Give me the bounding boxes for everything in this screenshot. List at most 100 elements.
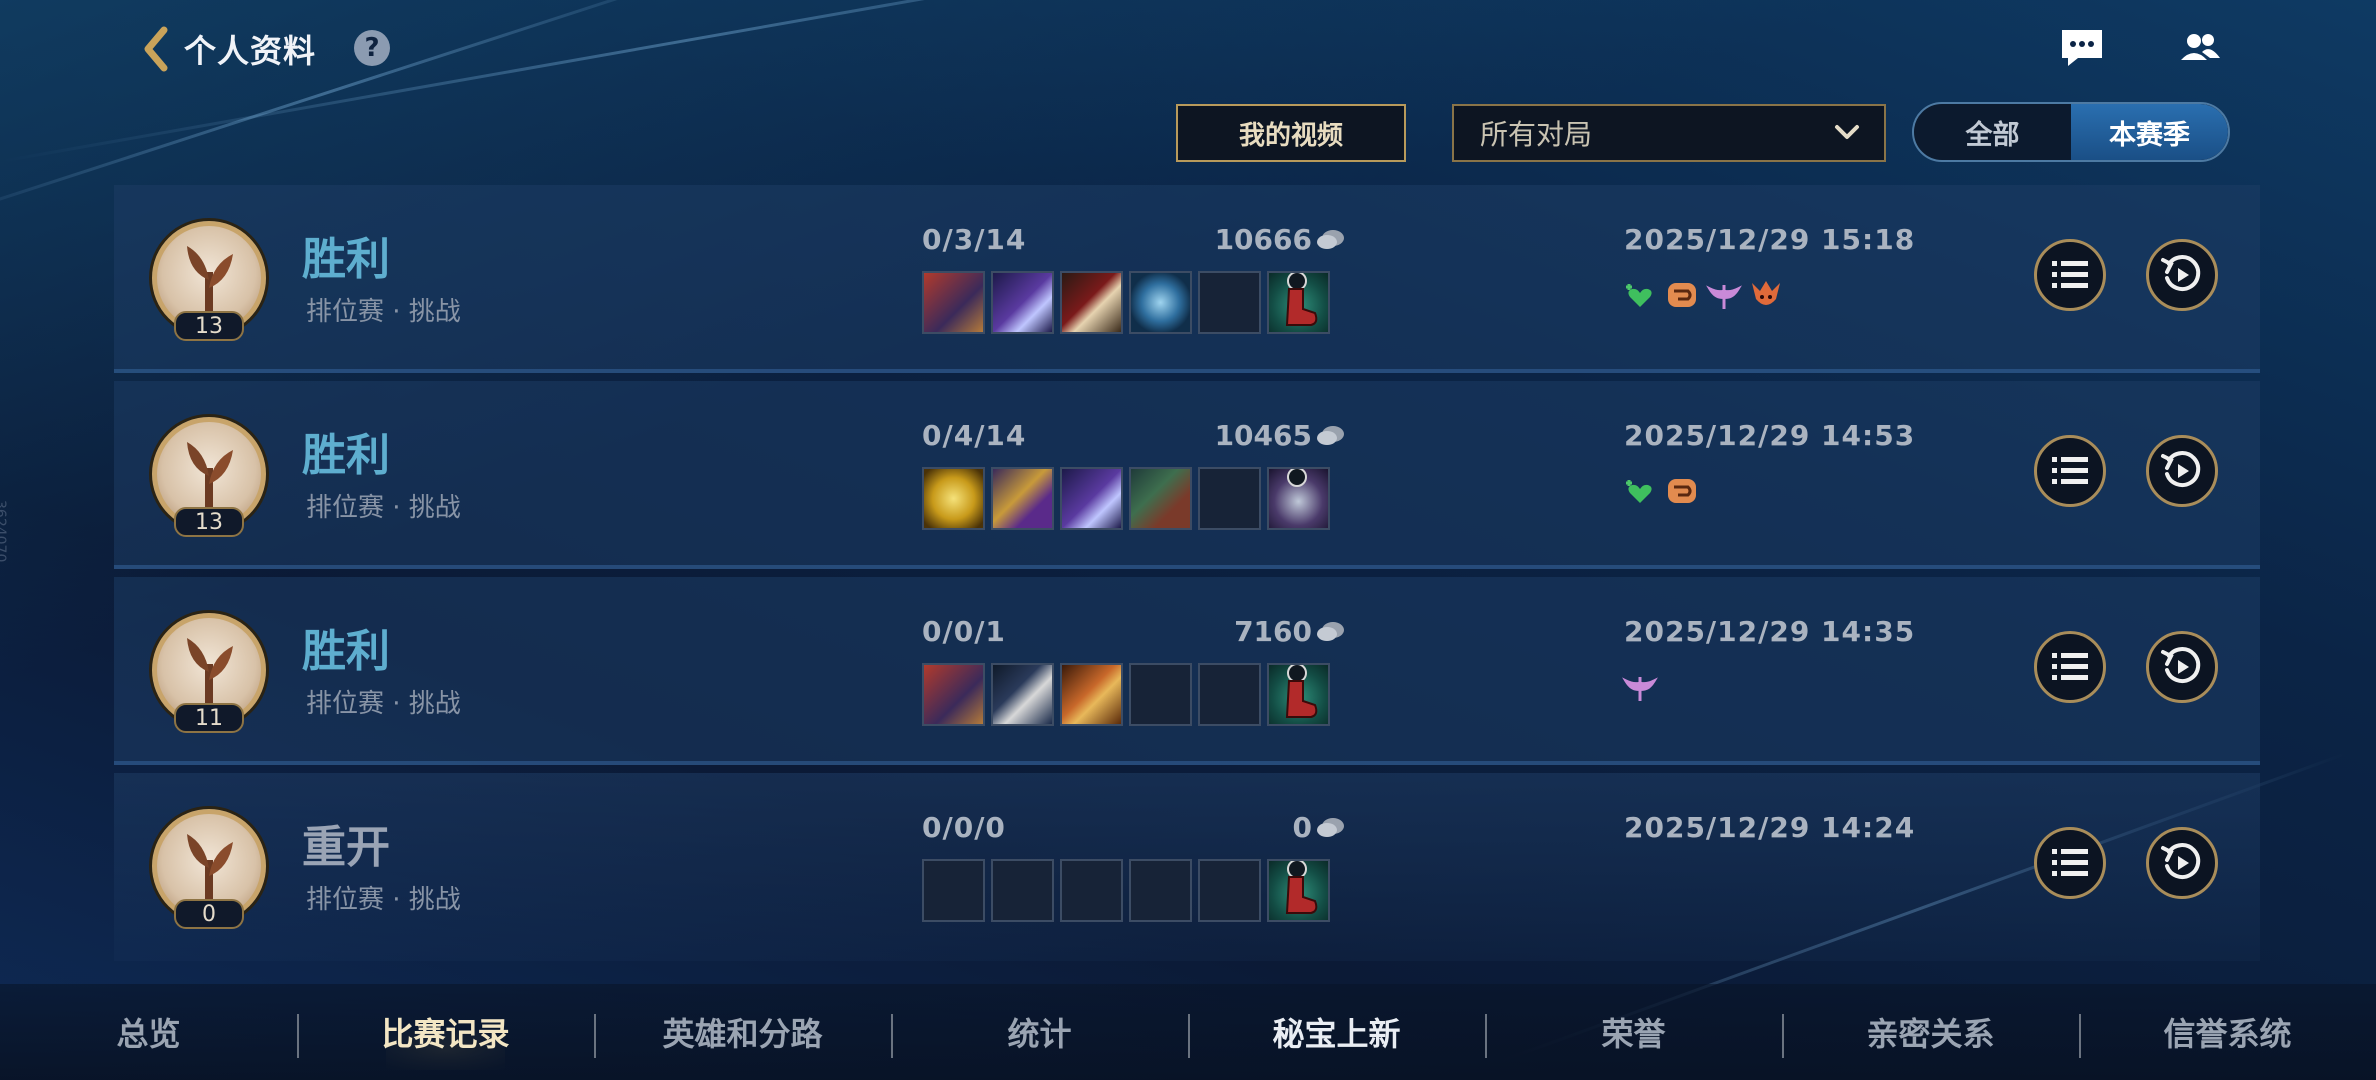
- list-icon: [2052, 261, 2088, 288]
- match-mode: 排位赛 · 挑战: [306, 689, 461, 719]
- match-result: 重开: [302, 822, 390, 873]
- tab-match-history[interactable]: 比赛记录: [297, 984, 594, 1080]
- back-button[interactable]: 个人资料: [140, 26, 316, 72]
- match-details-button[interactable]: [2034, 239, 2106, 311]
- gold-value: 10465: [1214, 419, 1312, 452]
- chevron-down-icon: [1835, 125, 1859, 139]
- bottom-tab-bar: 总览 比赛记录 英雄和分路 统计 秘宝上新 荣誉 亲密关系 信誉系统: [0, 984, 2376, 1080]
- item-slot-empty: [1198, 859, 1261, 922]
- tab-honor[interactable]: 荣誉: [1485, 984, 1782, 1080]
- match-result: 胜利: [302, 430, 390, 481]
- boots-item-slot[interactable]: [1267, 859, 1330, 922]
- angel-icon: [1622, 677, 1658, 701]
- match-row[interactable]: 13 胜利 排位赛 · 挑战 0/4/14 10465 2025/12/29 1…: [114, 381, 2260, 569]
- list-icon: [2052, 653, 2088, 680]
- toggle-all[interactable]: 全部: [1914, 104, 2071, 160]
- item-slot[interactable]: [922, 467, 985, 530]
- replay-button[interactable]: [2146, 239, 2218, 311]
- tab-stats[interactable]: 统计: [891, 984, 1188, 1080]
- gold-value: 0: [1292, 811, 1312, 844]
- season-toggle: 全部 本赛季: [1912, 102, 2230, 162]
- item-slot[interactable]: [922, 663, 985, 726]
- item-slot-empty: [1198, 663, 1261, 726]
- angel-icon: [1706, 285, 1742, 309]
- demon-icon: [1752, 281, 1780, 305]
- match-mode: 排位赛 · 挑战: [306, 885, 461, 915]
- trinket-icon: [1287, 469, 1307, 487]
- match-details-button[interactable]: [2034, 631, 2106, 703]
- gold-coin-icon: [1317, 229, 1344, 249]
- replay-button[interactable]: [2146, 631, 2218, 703]
- heal-heart-icon: [1626, 480, 1652, 503]
- match-badges: [1622, 277, 1784, 313]
- item-slot[interactable]: [991, 271, 1054, 334]
- item-slot[interactable]: [922, 271, 985, 334]
- sprout-icon: [187, 246, 233, 322]
- tab-credit-system[interactable]: 信誉系统: [2079, 984, 2376, 1080]
- gold-amount: 10666: [1215, 223, 1346, 256]
- match-details-button[interactable]: [2034, 827, 2106, 899]
- level-badge: 0: [174, 899, 244, 929]
- gold-amount: 0: [1293, 811, 1346, 844]
- match-datetime: 2025/12/29 14:53: [1624, 419, 1916, 452]
- gold-coin-icon: [1317, 425, 1344, 445]
- heal-heart-icon: [1626, 284, 1652, 307]
- match-badges: [1622, 473, 1700, 509]
- match-row[interactable]: 13 胜利 排位赛 · 挑战 0/3/14 10666 2025/12/29 1…: [114, 185, 2260, 373]
- kda: 0/3/14: [922, 223, 1027, 256]
- toggle-this-season[interactable]: 本赛季: [2071, 104, 2228, 160]
- item-slots: [922, 859, 1330, 922]
- chat-icon[interactable]: [2060, 28, 2104, 68]
- item-slot-empty: [1198, 467, 1261, 530]
- item-slot[interactable]: [1129, 467, 1192, 530]
- tab-overview[interactable]: 总览: [0, 984, 297, 1080]
- boots-item-slot[interactable]: [1267, 663, 1330, 726]
- boots-item-slot[interactable]: [1267, 271, 1330, 334]
- replay-icon: [2161, 451, 2201, 488]
- kda: 0/0/0: [922, 811, 1006, 844]
- replay-button[interactable]: [2146, 827, 2218, 899]
- match-badges: [1622, 669, 1658, 705]
- match-mode: 排位赛 · 挑战: [306, 493, 461, 523]
- level-badge: 13: [174, 507, 244, 537]
- item-slot[interactable]: [1060, 663, 1123, 726]
- my-video-button[interactable]: 我的视频: [1176, 104, 1406, 162]
- page-title: 个人资料: [184, 32, 317, 70]
- match-datetime: 2025/12/29 15:18: [1624, 223, 1916, 256]
- friends-icon[interactable]: [2178, 28, 2222, 68]
- boots-icon: [1285, 680, 1318, 718]
- gold-amount: 7160: [1234, 615, 1346, 648]
- item-slot[interactable]: [1060, 271, 1123, 334]
- item-slot[interactable]: [1129, 271, 1192, 334]
- help-icon[interactable]: ?: [354, 30, 390, 66]
- item-slot[interactable]: [991, 467, 1054, 530]
- ward-item-slot[interactable]: [1267, 467, 1330, 530]
- match-type-select[interactable]: 所有对局: [1452, 104, 1886, 162]
- gold-amount: 10465: [1215, 419, 1346, 452]
- kda: 0/4/14: [922, 419, 1027, 452]
- level-badge: 13: [174, 311, 244, 341]
- list-icon: [2052, 849, 2088, 876]
- item-slot-empty: [1198, 271, 1261, 334]
- replay-button[interactable]: [2146, 435, 2218, 507]
- match-result: 胜利: [302, 626, 390, 677]
- fist-icon: [1668, 479, 1696, 503]
- item-slot-empty: [922, 859, 985, 922]
- match-row[interactable]: 0 重开 排位赛 · 挑战 0/0/0 0 2025/12/29 14:24: [114, 773, 2260, 961]
- match-mode: 排位赛 · 挑战: [306, 297, 461, 327]
- tab-new-treasures[interactable]: 秘宝上新: [1188, 984, 1485, 1080]
- item-slot[interactable]: [1060, 467, 1123, 530]
- match-row[interactable]: 11 胜利 排位赛 · 挑战 0/0/1 7160 2025/12/29 14:…: [114, 577, 2260, 765]
- gold-value: 10666: [1214, 223, 1312, 256]
- match-details-button[interactable]: [2034, 435, 2106, 507]
- replay-icon: [2161, 843, 2201, 880]
- tab-champions-and-lanes[interactable]: 英雄和分路: [594, 984, 891, 1080]
- boots-icon: [1285, 876, 1318, 914]
- item-slot[interactable]: [991, 663, 1054, 726]
- header: 个人资料 ?: [0, 0, 2376, 100]
- tab-relationships[interactable]: 亲密关系: [1782, 984, 2079, 1080]
- fist-icon: [1668, 283, 1696, 307]
- list-icon: [2052, 457, 2088, 484]
- sprout-icon: [187, 442, 233, 518]
- match-result: 胜利: [302, 234, 390, 285]
